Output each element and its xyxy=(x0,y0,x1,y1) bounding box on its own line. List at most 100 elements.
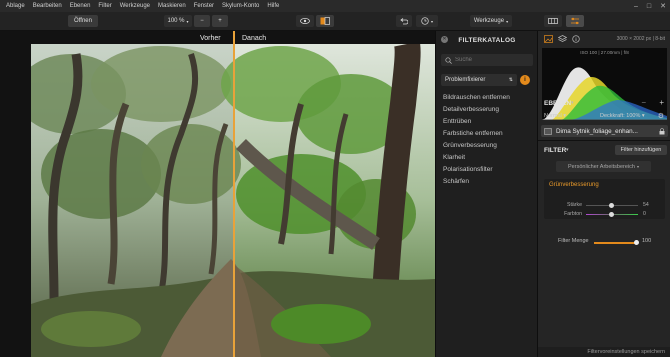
category-dropdown[interactable]: Problemfixierer ⇅ xyxy=(441,74,517,86)
layers-title: EBENEN xyxy=(544,100,572,107)
after-label: Danach xyxy=(242,35,267,42)
undo-button[interactable] xyxy=(396,15,412,27)
compare-divider-handle[interactable] xyxy=(233,31,235,357)
section-divider xyxy=(538,140,670,141)
image-dimensions: 3000 × 2002 px | 8-bit xyxy=(616,36,665,42)
slider-staerke[interactable]: Stärke 54 xyxy=(544,201,665,209)
filter-item-detailverbesserung[interactable]: Detailverbesserung xyxy=(443,104,510,116)
gear-icon[interactable]: ⚙ xyxy=(658,112,664,120)
history-button[interactable]: ▾ xyxy=(416,15,438,27)
workspace-dropdown[interactable]: Persönlicher Arbeitsbereich ▾ xyxy=(556,161,651,172)
zoom-out-button[interactable]: − xyxy=(194,15,210,27)
menu-werkzeuge[interactable]: Werkzeuge xyxy=(120,3,150,9)
search-box[interactable] xyxy=(441,54,533,66)
image-canvas[interactable]: Vorher Danach xyxy=(0,31,435,357)
right-panel: 3000 × 2002 px | 8-bit ISO 100 | 27.00mm… xyxy=(537,31,670,357)
filter-amount-track[interactable] xyxy=(594,242,636,244)
filter-amount-label: Filter Menge xyxy=(558,238,589,244)
menu-ablage[interactable]: Ablage xyxy=(6,3,25,9)
search-input[interactable] xyxy=(455,57,525,63)
slider-label: Stärke xyxy=(567,202,582,208)
sliders-icon xyxy=(571,17,579,25)
menu-hilfe[interactable]: Hilfe xyxy=(267,3,279,9)
histogram-graph xyxy=(542,67,667,120)
layer-name: Dima Sytnik_foliage_enhan... xyxy=(556,127,638,135)
toolbar: Öffnen 100 % ▾ − + ▾ Werkzeuge ▾ xyxy=(0,12,670,31)
menu-bearbeiten[interactable]: Bearbeiten xyxy=(33,3,62,9)
preview-eye-button[interactable] xyxy=(296,15,314,27)
info-circle-icon[interactable] xyxy=(572,35,580,43)
tools-dropdown[interactable]: Werkzeuge ▾ xyxy=(470,15,512,27)
filter-item-bildrauschen[interactable]: Bildrauschen entfernen xyxy=(443,92,510,104)
filter-amount-row[interactable]: Filter Menge 100 xyxy=(538,237,670,247)
panel-header: 3000 × 2002 px | 8-bit xyxy=(538,34,670,46)
clock-icon xyxy=(421,17,429,25)
catalog-view-button[interactable] xyxy=(544,15,562,27)
layers-stack-icon[interactable] xyxy=(558,35,567,43)
menu-fenster[interactable]: Fenster xyxy=(194,3,214,9)
layer-row[interactable]: Dima Sytnik_foliage_enhan... xyxy=(541,125,668,137)
filter-item-polarisationsfilter[interactable]: Polarisationsfilter xyxy=(443,164,510,176)
minus-icon[interactable]: − xyxy=(641,98,646,107)
before-label: Vorher xyxy=(200,35,221,42)
chevron-down-icon: ▾ xyxy=(636,164,639,169)
category-value: Problemfixierer xyxy=(445,77,486,83)
slider-knob[interactable] xyxy=(609,202,614,208)
filter-item-schaerfen[interactable]: Schärfen xyxy=(443,176,510,188)
menu-filter[interactable]: Filter xyxy=(98,3,111,9)
save-filter-preset-button[interactable]: Filtervoreinstellungen speichern xyxy=(538,347,670,357)
grid-icon xyxy=(548,18,558,24)
window-controls: – □ ✕ xyxy=(634,0,666,12)
chevron-down-icon: ▾ xyxy=(430,18,433,24)
catalog-title: FILTERKATALOG xyxy=(458,37,516,44)
close-window-button[interactable]: ✕ xyxy=(660,2,666,10)
filter-list: Bildrauschen entfernen Detailverbesserun… xyxy=(443,92,510,188)
tools-label: Werkzeuge xyxy=(473,18,505,24)
filter-item-farbstiche[interactable]: Farbstiche entfernen xyxy=(443,128,510,140)
blend-mode-dropdown[interactable]: Normal ▾ xyxy=(544,113,566,119)
opacity-label: Deckkraft: 100% xyxy=(600,113,641,119)
active-filter-name[interactable]: Grünverbesserung xyxy=(549,182,599,188)
zoom-value: 100 % xyxy=(167,18,185,24)
exif-info: ISO 100 | 27.00mm | f/8 xyxy=(580,50,629,55)
slider-knob[interactable] xyxy=(609,211,614,217)
add-layer-icon[interactable]: + xyxy=(659,98,664,107)
menu-bar: Ablage Bearbeiten Ebenen Filter Werkzeug… xyxy=(0,0,670,12)
slider-farbton[interactable]: Farbton 0 xyxy=(544,210,665,218)
slider-value: 54 xyxy=(643,202,649,208)
blend-mode-value: Normal xyxy=(544,113,562,119)
undo-icon xyxy=(400,17,408,24)
lock-icon xyxy=(659,127,665,134)
filter-amount-knob[interactable] xyxy=(634,239,639,245)
image-icon[interactable] xyxy=(544,35,553,43)
filter-item-gruenverbesserung[interactable]: Grünverbesserung xyxy=(443,140,510,152)
filter-item-klarheit[interactable]: Klarheit xyxy=(443,152,510,164)
minimize-button[interactable]: – xyxy=(634,3,638,10)
add-filter-button[interactable]: Filter hinzufügen xyxy=(615,145,667,155)
zoom-in-button[interactable]: + xyxy=(212,15,228,27)
menu-maskieren[interactable]: Maskieren xyxy=(158,3,186,9)
histogram: ISO 100 | 27.00mm | f/8 xyxy=(542,48,667,120)
chevron-down-icon: ▾ xyxy=(186,18,189,24)
menu-ebenen[interactable]: Ebenen xyxy=(70,3,91,9)
slider-label: Farbton xyxy=(564,211,582,217)
split-compare-icon xyxy=(320,17,330,25)
chevron-down-icon: ▾ xyxy=(506,18,509,24)
filter-section-title: FILTER xyxy=(544,147,567,154)
filter-amount-value: 100 xyxy=(642,238,652,244)
edit-view-button[interactable] xyxy=(566,15,584,27)
bit-depth: 8-bit xyxy=(655,36,665,42)
filter-item-enttrueben[interactable]: Enttrüben xyxy=(443,116,510,128)
open-button[interactable]: Öffnen xyxy=(68,15,98,27)
filter-catalog-panel: ✕ FILTERKATALOG Problemfixierer ⇅ i Bild… xyxy=(435,31,537,357)
compare-button[interactable] xyxy=(316,15,334,27)
opacity-control[interactable]: Deckkraft: 100% ▾ xyxy=(600,113,645,119)
chevron-down-icon[interactable]: ▾ xyxy=(571,100,574,106)
chevron-down-icon[interactable]: ▾ xyxy=(566,147,569,153)
menu-skylum-konto[interactable]: Skylum-Konto xyxy=(222,3,259,9)
zoom-dropdown[interactable]: 100 % ▾ xyxy=(164,15,192,27)
maximize-button[interactable]: □ xyxy=(647,3,651,10)
slider-value: 0 xyxy=(643,211,646,217)
info-button[interactable]: i xyxy=(520,75,530,85)
search-icon xyxy=(445,56,452,64)
